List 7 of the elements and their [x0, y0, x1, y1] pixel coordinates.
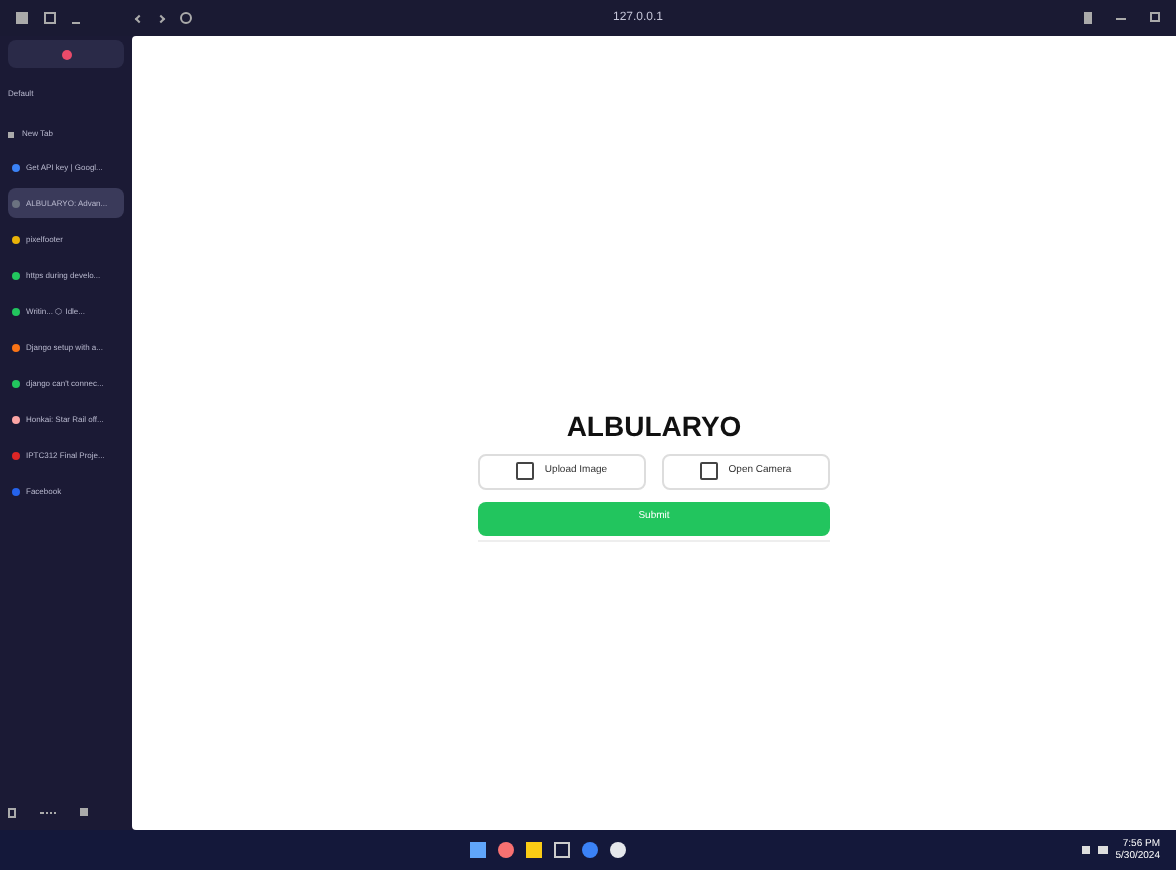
forward-icon[interactable]: [156, 13, 166, 23]
page-title: ALBULARYO: [566, 407, 742, 445]
minimize-icon[interactable]: [1116, 17, 1126, 19]
profile-tile[interactable]: [8, 40, 124, 68]
back-icon[interactable]: [134, 13, 144, 23]
reload-icon[interactable]: [180, 12, 192, 24]
maximize-icon[interactable]: [1150, 12, 1160, 22]
